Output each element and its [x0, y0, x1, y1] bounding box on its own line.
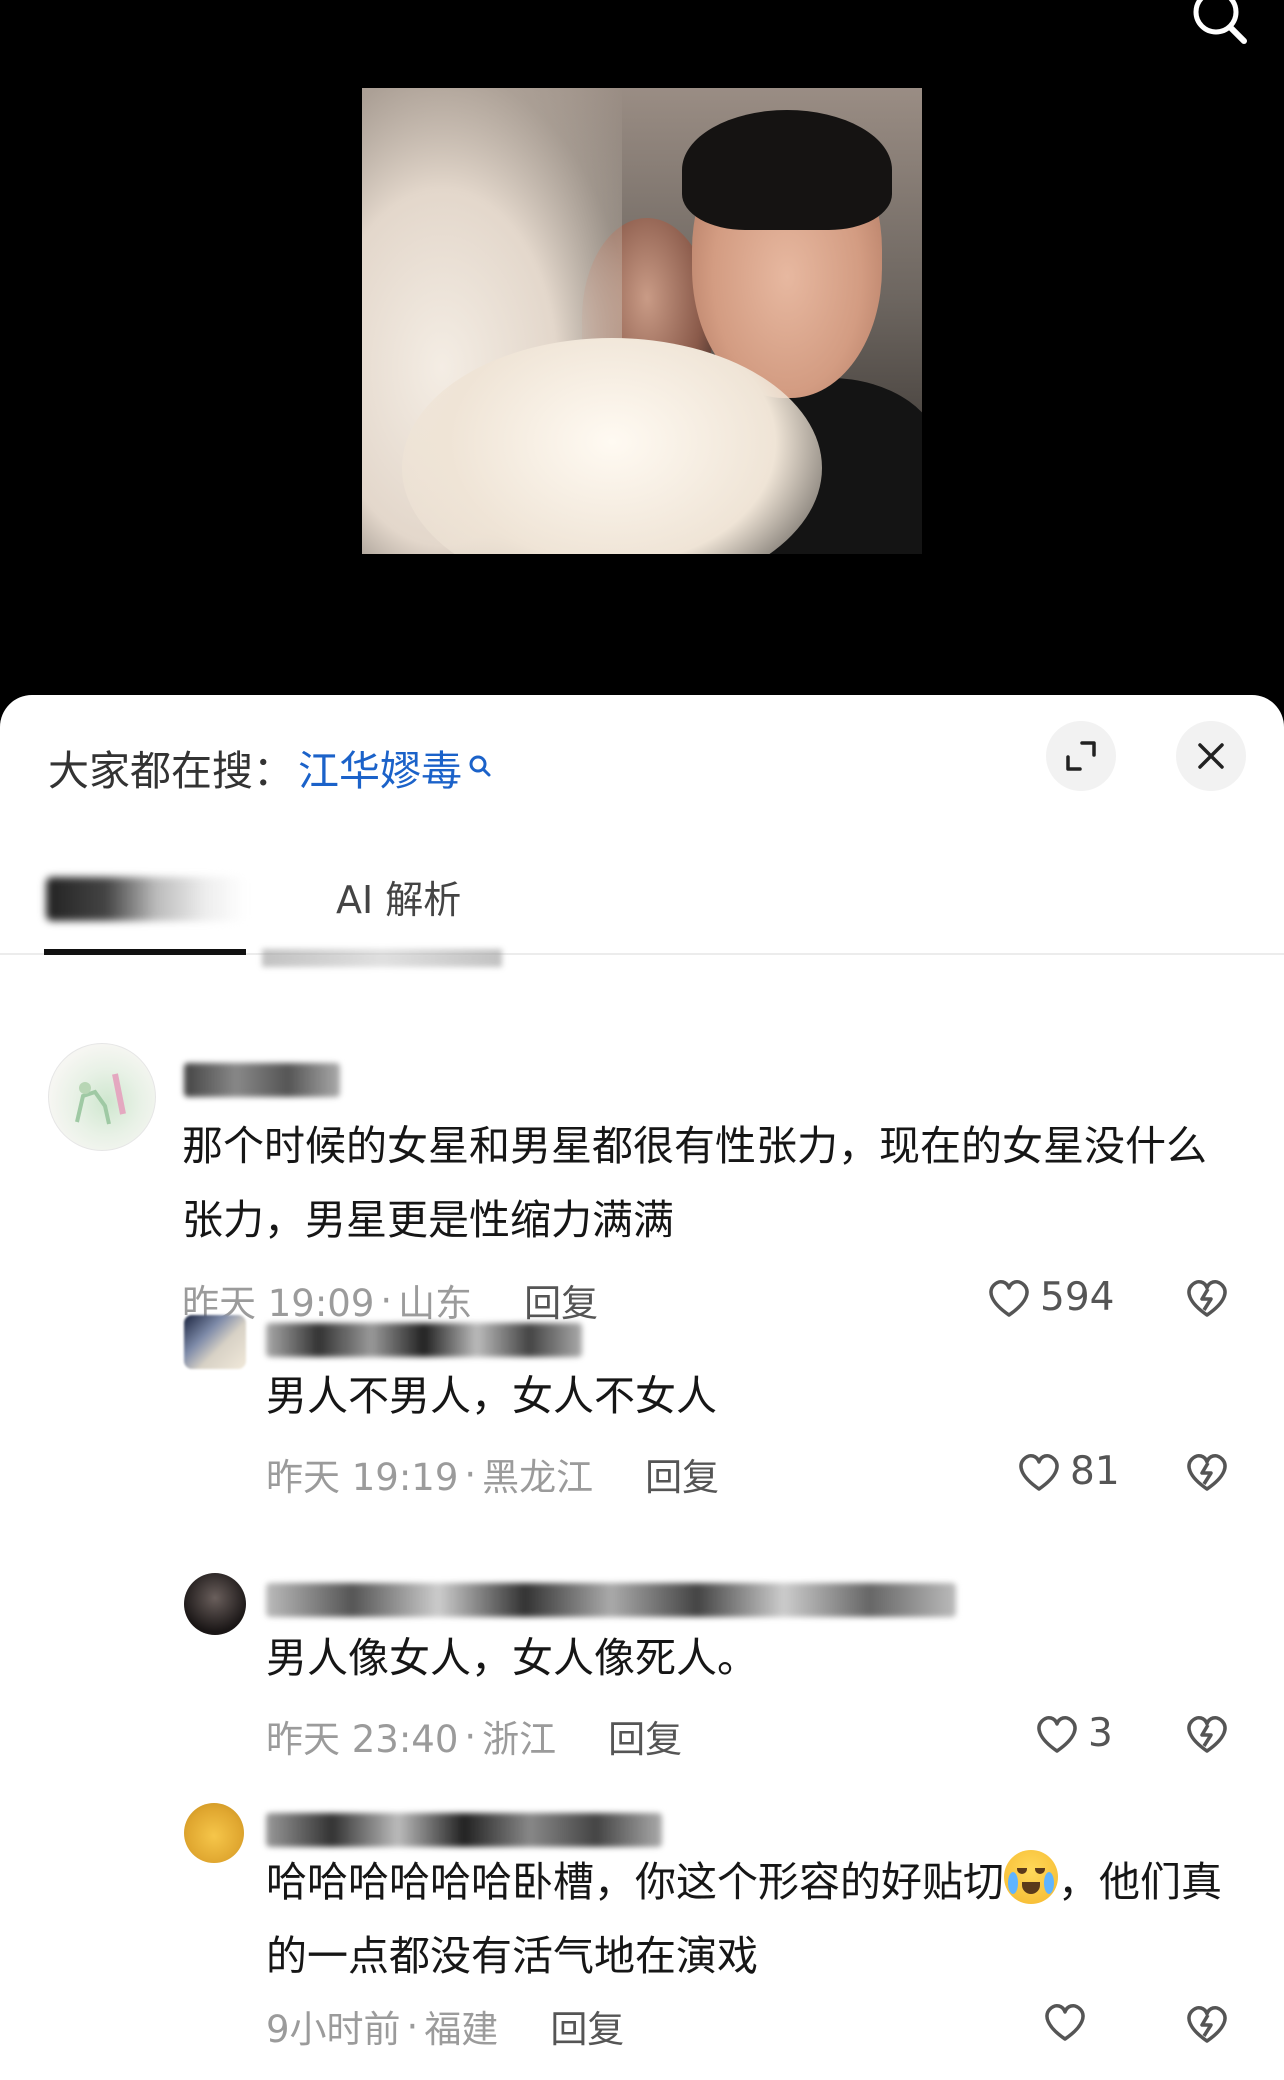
reply-button[interactable]: 回复 — [645, 1447, 719, 1501]
heart-icon — [1037, 1715, 1077, 1753]
comment-text: 那个时候的女星和男星都很有性张力，现在的女星没什么张力，男星更是性缩力满满 — [182, 1122, 1207, 1244]
reply-button[interactable]: 回复 — [550, 1999, 624, 2053]
broken-heart-icon — [1187, 1453, 1227, 1491]
tab-ai-analysis[interactable]: AI 解析 — [336, 869, 461, 924]
meta-separator: · — [406, 2004, 419, 2048]
reply-button[interactable]: 回复 — [608, 1709, 682, 1763]
active-tab-indicator — [44, 949, 246, 955]
video-player[interactable] — [0, 0, 1284, 700]
comment-location: 山东 — [398, 1282, 473, 1325]
close-button[interactable] — [1176, 721, 1246, 791]
dislike-button[interactable] — [1184, 2003, 1230, 2049]
comment-text-part: 哈哈哈哈哈哈卧槽，你这个形容的好贴切 — [266, 1858, 1004, 1906]
search-button[interactable] — [1180, 0, 1260, 50]
video-frame[interactable] — [362, 88, 922, 554]
comment-meta: 9小时前 · 福建 回复 — [266, 1999, 624, 2053]
hot-search-bar[interactable]: 大家都在搜： 江华嫪毒 — [48, 737, 492, 797]
dislike-button[interactable] — [1184, 1713, 1230, 1759]
comment-location: 浙江 — [482, 1718, 557, 1761]
comment-meta: 昨天 19:19 · 黑龙江 回复 — [266, 1447, 719, 1501]
close-icon — [1198, 743, 1224, 769]
like-button[interactable]: 594 — [986, 1275, 1114, 1320]
tab-comments[interactable] — [46, 877, 246, 925]
deer-icon — [75, 1073, 126, 1125]
username-blurred[interactable] — [266, 1813, 662, 1847]
avatar[interactable] — [184, 1315, 246, 1369]
like-count: 3 — [1088, 1711, 1113, 1756]
clipped-text — [262, 949, 502, 967]
expand-button[interactable] — [1046, 721, 1116, 791]
comment-time: 9小时前 — [266, 2008, 401, 2051]
broken-heart-icon — [1187, 2005, 1227, 2043]
comment-sheet: 大家都在搜： 江华嫪毒 AI 解析 那个时候的女星和男星都很有性张力，现在的女星… — [0, 695, 1284, 2080]
like-button[interactable]: 3 — [1034, 1711, 1113, 1756]
comment-text: 男人不男人，女人不女人 — [266, 1372, 717, 1420]
dislike-button[interactable] — [1184, 1277, 1230, 1323]
broken-heart-icon — [1187, 1279, 1227, 1317]
comment-text: 男人像女人，女人像死人。 — [266, 1634, 758, 1682]
like-button[interactable] — [1042, 2001, 1096, 2043]
hot-search-term[interactable]: 江华嫪毒 — [298, 737, 462, 797]
crying-laughing-emoji-icon — [1004, 1850, 1058, 1904]
hot-search-prefix: 大家都在搜： — [48, 747, 294, 795]
comment-location: 黑龙江 — [482, 1456, 594, 1499]
figure-hair — [682, 110, 892, 230]
username-blurred[interactable] — [266, 1323, 582, 1357]
blurred-tab-label — [46, 877, 246, 921]
meta-separator: · — [380, 1278, 393, 1322]
like-button[interactable]: 81 — [1016, 1449, 1120, 1494]
like-count: 81 — [1070, 1449, 1120, 1494]
small-search-icon — [469, 755, 491, 777]
comment-time: 昨天 23:40 — [266, 1718, 459, 1761]
comment-location: 福建 — [424, 2008, 499, 2051]
heart-icon — [1045, 2003, 1085, 2041]
expand-icon — [1066, 741, 1096, 771]
dislike-button[interactable] — [1184, 1451, 1230, 1497]
comment-meta: 昨天 23:40 · 浙江 回复 — [266, 1709, 682, 1763]
like-count: 594 — [1040, 1275, 1115, 1320]
avatar[interactable] — [48, 1043, 156, 1151]
username-blurred[interactable] — [266, 1583, 956, 1617]
broken-heart-icon — [1187, 1715, 1227, 1753]
heart-icon — [1019, 1453, 1059, 1491]
meta-separator: · — [464, 1714, 477, 1758]
comment-time: 昨天 19:19 — [266, 1456, 459, 1499]
username-blurred[interactable] — [184, 1063, 340, 1097]
avatar[interactable] — [184, 1803, 244, 1863]
avatar[interactable] — [184, 1573, 246, 1635]
heart-icon — [989, 1279, 1029, 1317]
reply-button[interactable]: 回复 — [524, 1273, 598, 1327]
meta-separator: · — [464, 1452, 477, 1496]
tab-bar: AI 解析 — [0, 847, 1284, 955]
comment-text: 哈哈哈哈哈哈卧槽，你这个形容的好贴切 ，他们真的一点都没有活气地在演戏 — [266, 1845, 1246, 1993]
search-icon — [1193, 0, 1247, 44]
